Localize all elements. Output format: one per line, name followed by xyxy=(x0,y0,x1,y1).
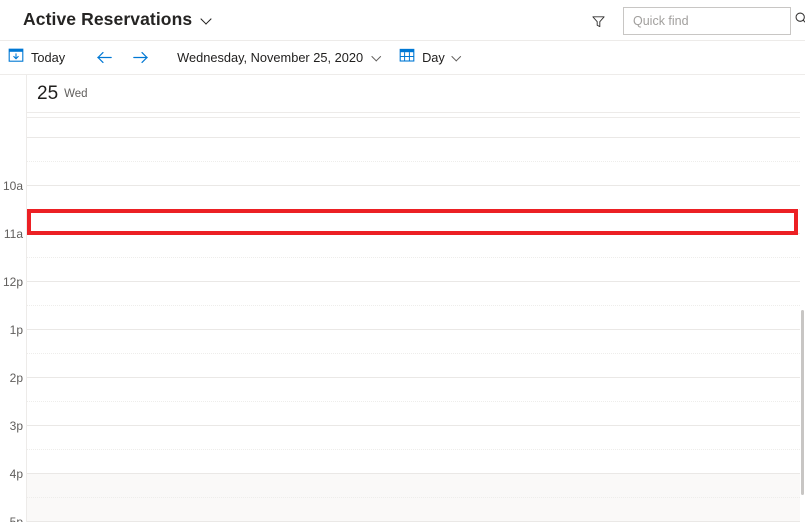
half-hour-slot[interactable] xyxy=(27,210,800,234)
hour-label: 1p xyxy=(9,323,23,337)
time-gutter-header xyxy=(0,75,27,118)
chevron-down-icon[interactable] xyxy=(452,52,463,63)
hour-slot[interactable] xyxy=(27,186,800,234)
scrollbar-thumb[interactable] xyxy=(801,310,804,495)
vertical-scrollbar[interactable] xyxy=(800,118,805,522)
hour-label: 5p xyxy=(9,515,23,522)
quick-find-box[interactable] xyxy=(623,7,805,35)
hour-label: 10a xyxy=(2,179,23,193)
half-hour-slot[interactable] xyxy=(27,498,800,522)
day-of-week: Wed xyxy=(64,87,88,100)
today-button[interactable]: Today xyxy=(8,45,65,71)
hour-slot[interactable] xyxy=(27,330,800,378)
day-column-header[interactable]: 25 Wed xyxy=(27,75,800,113)
hour-label: 3p xyxy=(9,419,23,433)
day-header: 25 Wed xyxy=(0,75,805,118)
current-date-label: Wednesday, November 25, 2020 xyxy=(177,50,364,65)
half-hour-slot[interactable] xyxy=(27,118,800,138)
page-title: Active Reservations xyxy=(23,9,193,29)
hour-slot[interactable] xyxy=(27,426,800,474)
hour-slot[interactable] xyxy=(27,378,800,426)
half-hour-slot[interactable] xyxy=(27,258,800,282)
half-hour-slot[interactable] xyxy=(27,234,800,258)
calendar-day-icon xyxy=(399,47,415,68)
half-hour-slot[interactable] xyxy=(27,354,800,378)
hour-slot[interactable] xyxy=(27,138,800,186)
hour-slot[interactable] xyxy=(27,118,800,138)
chevron-down-icon[interactable] xyxy=(372,52,383,63)
view-selector-button[interactable]: Day xyxy=(399,45,463,71)
today-label: Today xyxy=(31,50,66,65)
half-hour-slot[interactable] xyxy=(27,474,800,498)
calendar-grid[interactable]: 10a 11a 12p 1p 2p 3p 4p 5p xyxy=(0,118,805,522)
calendar-toolbar: Today Wednesday, November 25, 2020 Day xyxy=(0,41,805,75)
calendar-today-icon xyxy=(8,47,24,68)
hour-label: 2p xyxy=(9,371,23,385)
chevron-down-icon[interactable] xyxy=(201,14,212,25)
half-hour-slot[interactable] xyxy=(27,186,800,210)
time-gutter: 10a 11a 12p 1p 2p 3p 4p 5p xyxy=(0,118,27,522)
hour-slot[interactable] xyxy=(27,282,800,330)
arrow-left-icon[interactable] xyxy=(89,45,119,71)
search-icon[interactable] xyxy=(794,11,805,31)
half-hour-slot[interactable] xyxy=(27,138,800,162)
day-number: 25 xyxy=(37,82,59,104)
search-input[interactable] xyxy=(633,14,794,28)
arrow-right-icon[interactable] xyxy=(125,45,155,71)
hour-label: 12p xyxy=(2,275,23,289)
half-hour-slot[interactable] xyxy=(27,330,800,354)
calendar-app: Active Reservations Quick find Today Wed… xyxy=(0,0,805,522)
half-hour-slot[interactable] xyxy=(27,378,800,402)
filter-funnel-icon[interactable] xyxy=(587,8,609,34)
app-header: Active Reservations xyxy=(0,0,805,41)
half-hour-slot[interactable] xyxy=(27,162,800,186)
half-hour-slot[interactable] xyxy=(27,282,800,306)
half-hour-slot[interactable] xyxy=(27,426,800,450)
page-title-dropdown[interactable]: Active Reservations xyxy=(23,8,212,30)
half-hour-slot[interactable] xyxy=(27,306,800,330)
hour-slot[interactable] xyxy=(27,474,800,522)
half-hour-slot[interactable] xyxy=(27,402,800,426)
hour-slot[interactable] xyxy=(27,234,800,282)
hour-label: 11a xyxy=(3,227,23,241)
view-label: Day xyxy=(422,50,445,65)
day-column[interactable] xyxy=(27,118,800,522)
header-actions xyxy=(587,7,805,35)
date-picker-button[interactable]: Wednesday, November 25, 2020 xyxy=(177,45,383,71)
half-hour-slot[interactable] xyxy=(27,450,800,474)
hour-label: 4p xyxy=(9,467,23,481)
